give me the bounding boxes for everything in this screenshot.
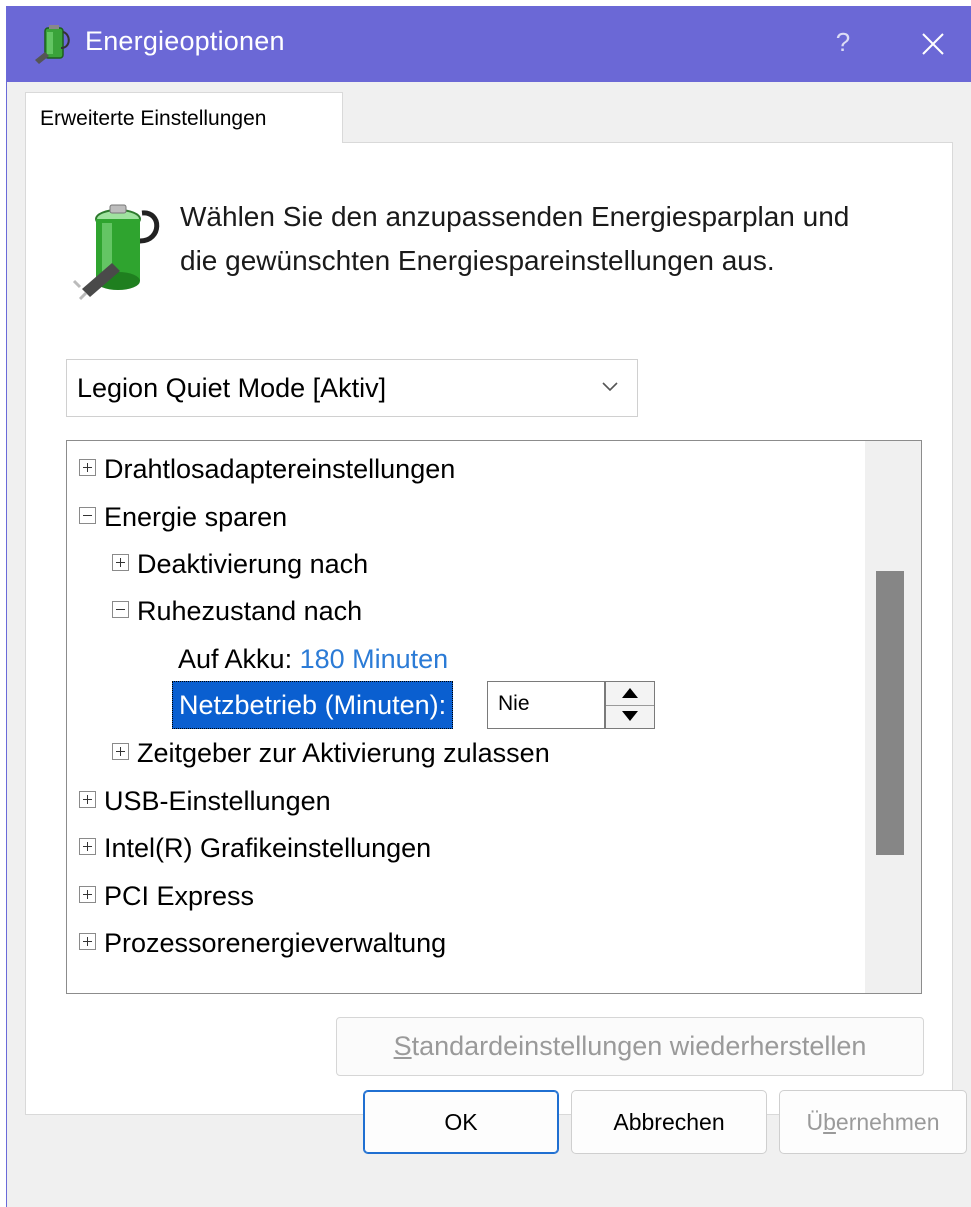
expand-icon[interactable] xyxy=(112,554,129,572)
tree-item-hibernate-after[interactable]: Ruhezustand nach xyxy=(112,591,362,631)
tree-item-label: Deaktivierung nach xyxy=(137,549,369,579)
expand-icon[interactable] xyxy=(79,791,96,809)
tree-item-intel-graphics[interactable]: Intel(R) Grafikeinstellungen xyxy=(79,828,431,868)
tree-item-energy-saving[interactable]: Energie sparen xyxy=(79,497,287,537)
collapse-icon[interactable] xyxy=(112,601,129,619)
tree-item-label: USB-Einstellungen xyxy=(104,786,331,816)
apply-prefix: Ü xyxy=(806,1109,824,1135)
cancel-button[interactable]: Abbrechen xyxy=(571,1090,767,1154)
expand-icon[interactable] xyxy=(79,459,96,477)
battery-label: Auf Akku: xyxy=(178,644,293,674)
tree-item-label: Intel(R) Grafikeinstellungen xyxy=(104,833,432,863)
scrollbar-thumb[interactable] xyxy=(876,571,904,855)
restore-defaults-button[interactable]: Standardeinstellungen wiederherstellen xyxy=(336,1017,924,1076)
tree-item-label: Energie sparen xyxy=(104,502,288,532)
window-title: Energieoptionen xyxy=(85,26,285,56)
expand-icon[interactable] xyxy=(79,886,96,904)
plugged-in-minutes-input[interactable]: Nie xyxy=(487,681,605,729)
minutes-spinner[interactable] xyxy=(605,681,655,729)
tree-item-label: Zeitgeber zur Aktivierung zulassen xyxy=(137,738,550,768)
apply-button[interactable]: Übernehmen xyxy=(779,1090,967,1154)
tab-advanced-settings[interactable]: Erweiterte Einstellungen xyxy=(25,92,343,143)
expand-icon[interactable] xyxy=(79,838,96,856)
collapse-icon[interactable] xyxy=(79,507,96,525)
tree-item-label: Prozessorenergieverwaltung xyxy=(104,928,447,958)
spin-up-icon[interactable] xyxy=(606,682,654,706)
plugged-in-label[interactable]: Netzbetrieb (Minuten): xyxy=(172,681,454,729)
title-bar: Energieoptionen ? xyxy=(7,6,971,82)
chevron-down-icon xyxy=(602,382,618,392)
restore-label: tandardeinstellungen wiederherstellen xyxy=(411,1031,867,1061)
tree-item-usb[interactable]: USB-Einstellungen xyxy=(79,781,331,821)
apply-rest: ernehmen xyxy=(835,1109,940,1135)
expand-icon[interactable] xyxy=(79,933,96,951)
apply-accesskey: b xyxy=(823,1109,836,1135)
settings-tree[interactable]: Drahtlosadaptereinstellungen Energie spa… xyxy=(66,440,922,994)
description-line-1: Wählen Sie den anzupassenden Energiespar… xyxy=(180,201,850,232)
spin-down-icon[interactable] xyxy=(606,705,654,728)
power-plan-value: Legion Quiet Mode [Aktiv] xyxy=(77,373,387,403)
close-icon[interactable] xyxy=(913,24,953,64)
dialog-window: Energieoptionen ? Erweiterte Einstellung… xyxy=(6,6,971,1207)
description-line-2: die gewünschten Energiespareinstellungen… xyxy=(180,245,775,276)
power-options-icon xyxy=(72,204,160,301)
tree-scrollbar[interactable] xyxy=(865,441,921,993)
tree-item-label: PCI Express xyxy=(104,881,255,911)
battery-value[interactable]: 180 Minuten xyxy=(300,644,449,674)
tree-item-wireless[interactable]: Drahtlosadaptereinstellungen xyxy=(79,449,455,489)
expand-icon[interactable] xyxy=(112,743,129,761)
help-button[interactable]: ? xyxy=(825,24,861,60)
description-text: Wählen Sie den anzupassenden Energiespar… xyxy=(180,195,920,283)
ok-button[interactable]: OK xyxy=(363,1090,559,1154)
tree-item-label: Drahtlosadaptereinstellungen xyxy=(104,454,456,484)
battery-plug-icon xyxy=(35,25,70,64)
tree-item-on-battery[interactable]: Auf Akku: 180 Minuten xyxy=(178,639,448,679)
tree-item-disable-after[interactable]: Deaktivierung nach xyxy=(112,544,368,584)
tree-item-label: Ruhezustand nach xyxy=(137,596,363,626)
tree-item-processor[interactable]: Prozessorenergieverwaltung xyxy=(79,923,446,963)
power-plan-dropdown[interactable]: Legion Quiet Mode [Aktiv] xyxy=(66,359,638,417)
restore-accesskey: S xyxy=(393,1031,412,1061)
tree-item-pci-express[interactable]: PCI Express xyxy=(79,876,254,916)
settings-panel: Wählen Sie den anzupassenden Energiespar… xyxy=(25,142,953,1115)
tree-item-wake-timers[interactable]: Zeitgeber zur Aktivierung zulassen xyxy=(112,733,550,773)
